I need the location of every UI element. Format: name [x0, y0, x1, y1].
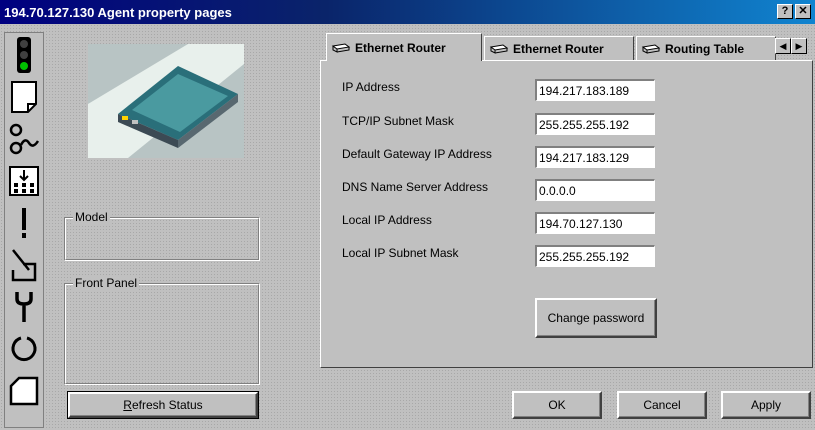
field-label-default-gateway: Default Gateway IP Address	[342, 147, 492, 161]
refresh-status-button[interactable]: Refresh Status	[67, 391, 259, 419]
close-button[interactable]: ✕	[795, 4, 811, 19]
field-label-local-ip: Local IP Address	[342, 213, 432, 227]
import-icon	[9, 166, 39, 196]
front-panel-group: Front Panel	[64, 276, 260, 385]
title-bar-buttons: ? ✕	[777, 4, 811, 19]
alert-icon	[22, 208, 26, 238]
tab-label: Ethernet Router	[513, 41, 604, 56]
refresh-status-label: efresh Status	[131, 398, 203, 412]
traffic-light-icon	[17, 37, 31, 73]
field-label-subnet-mask: TCP/IP Subnet Mask	[342, 114, 454, 128]
field-label-local-subnet: Local IP Subnet Mask	[342, 246, 459, 260]
field-label-ip-address: IP Address	[342, 80, 400, 94]
folder-button[interactable]	[6, 371, 42, 411]
default-gateway-field[interactable]: 194.217.183.129	[535, 146, 655, 168]
apply-button[interactable]: Apply	[721, 391, 811, 419]
vertical-toolbar	[4, 32, 44, 428]
model-label: Model	[73, 210, 110, 224]
alert-button[interactable]	[6, 203, 42, 243]
tab-ethernet-router-2[interactable]: Ethernet Router	[484, 36, 634, 60]
local-subnet-field[interactable]: 255.255.255.192	[535, 245, 655, 267]
tab-scroll-left-button[interactable]: ◀	[775, 38, 791, 54]
device-image	[88, 44, 244, 158]
cancel-button[interactable]: Cancel	[617, 391, 707, 419]
field-label-dns-server: DNS Name Server Address	[342, 180, 489, 194]
import-button[interactable]	[6, 161, 42, 201]
slope-button[interactable]	[6, 245, 42, 285]
reset-icon	[11, 336, 37, 361]
tab-scroll: ◀ ▶	[775, 38, 807, 54]
title-bar[interactable]: 194.70.127.130 Agent property pages ? ✕	[0, 0, 815, 24]
subnet-mask-field[interactable]: 255.255.255.192	[535, 113, 655, 135]
change-password-button[interactable]: Change password	[535, 298, 657, 338]
tab-label: Routing Table	[665, 41, 745, 56]
slope-icon	[11, 249, 37, 282]
tab-label: Ethernet Router	[355, 40, 446, 55]
tab-scroll-right-button[interactable]: ▶	[791, 38, 807, 54]
traffic-light-button[interactable]	[6, 35, 42, 75]
model-group: Model	[64, 210, 260, 261]
wrench-icon	[15, 292, 33, 322]
local-ip-field[interactable]: 194.70.127.130	[535, 212, 655, 234]
front-panel-label: Front Panel	[73, 276, 140, 290]
router-icon	[641, 43, 661, 54]
link-button[interactable]	[6, 119, 42, 159]
refresh-status-accel: R	[123, 398, 132, 412]
tab-routing-table[interactable]: Routing Table	[636, 36, 776, 60]
window-title: 194.70.127.130 Agent property pages	[4, 4, 232, 20]
ok-button[interactable]: OK	[512, 391, 602, 419]
page-icon	[11, 81, 37, 113]
router-icon	[489, 43, 509, 54]
page-button[interactable]	[6, 77, 42, 117]
ip-address-field[interactable]: 194.217.183.189	[535, 79, 655, 101]
help-button[interactable]: ?	[777, 4, 793, 19]
link-icon	[9, 123, 40, 155]
reset-button[interactable]	[6, 329, 42, 369]
folder-icon	[9, 376, 39, 406]
router-icon	[331, 42, 351, 53]
dns-server-field[interactable]: 0.0.0.0	[535, 179, 655, 201]
wrench-button[interactable]	[6, 287, 42, 327]
tab-ethernet-router-1[interactable]: Ethernet Router	[326, 33, 482, 61]
